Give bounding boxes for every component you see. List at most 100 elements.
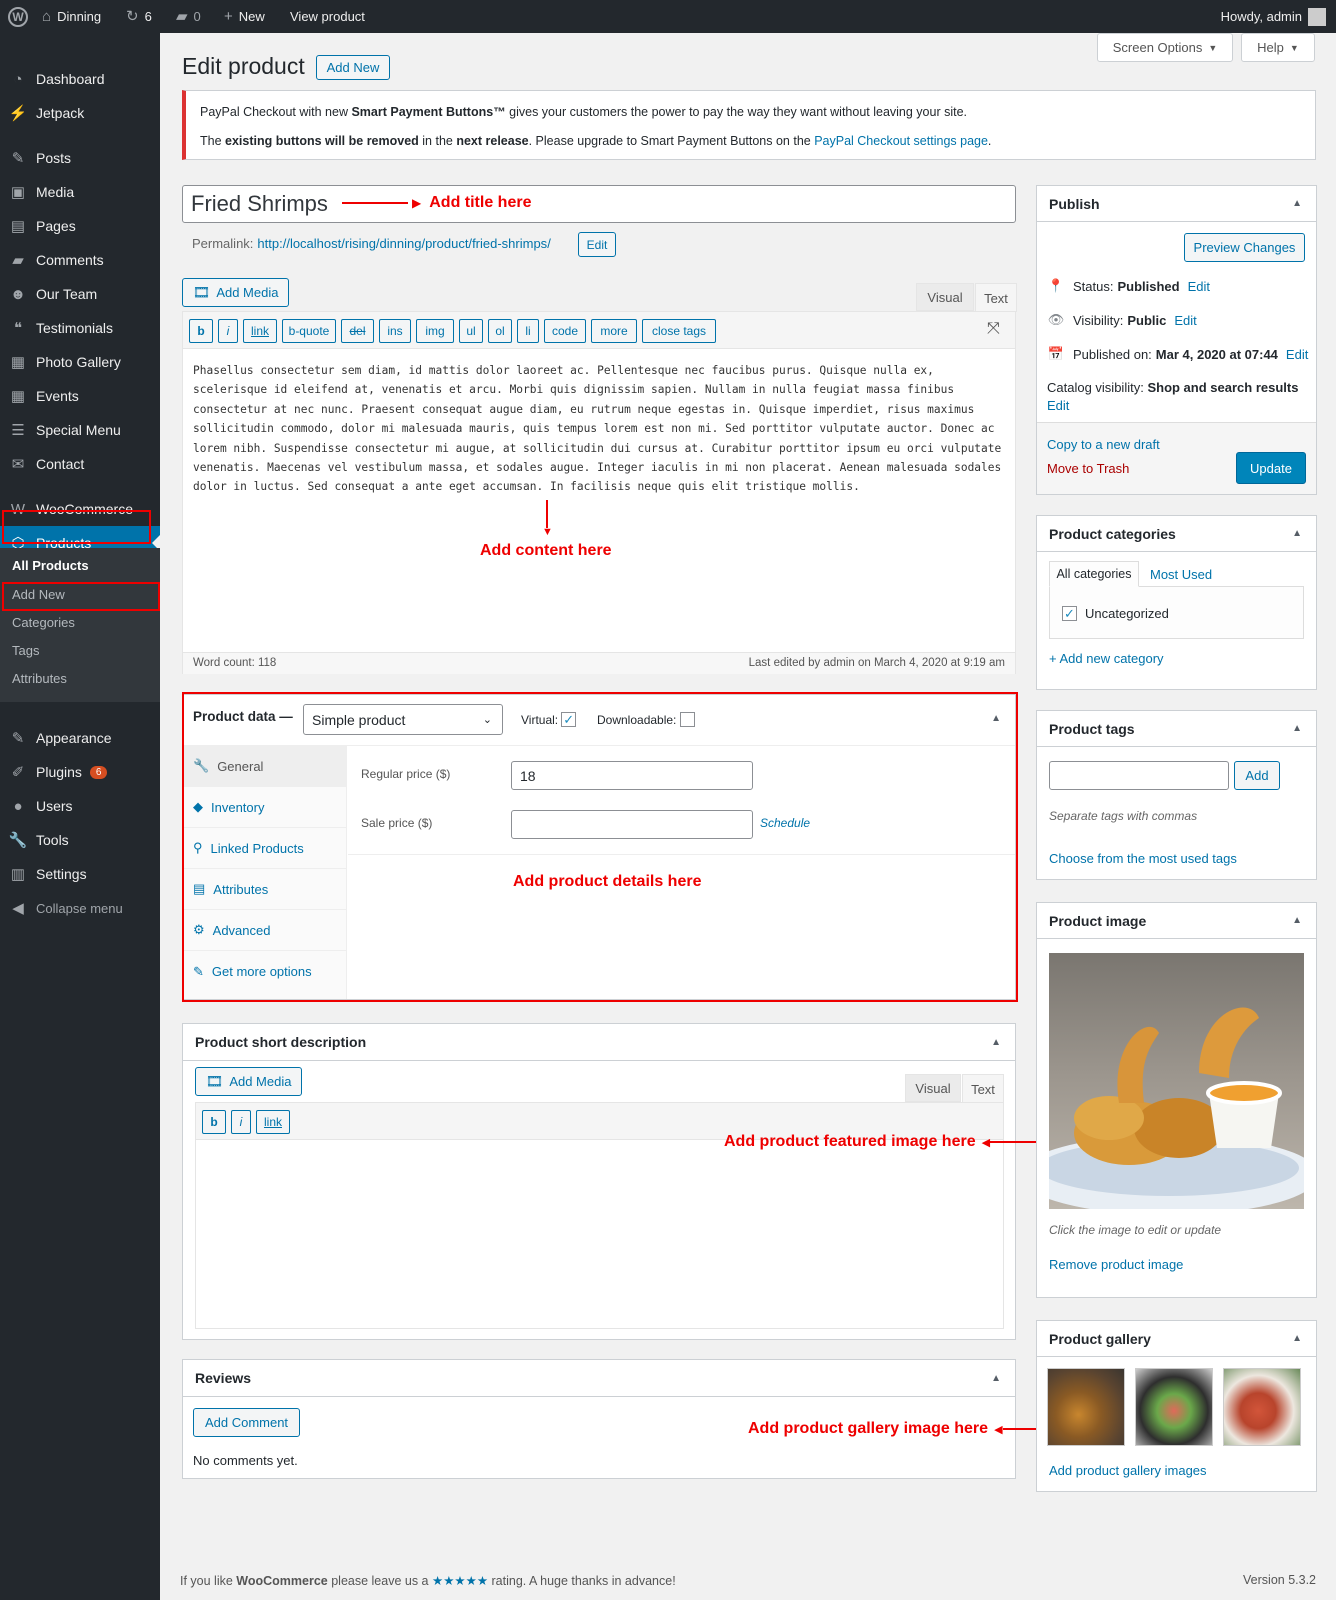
sidebar-item-dashboard[interactable]: ◔ Dashboard <box>0 62 160 96</box>
updates-link[interactable]: ↻ 6 <box>126 0 152 33</box>
permalink-edit-button[interactable]: Edit <box>578 232 616 257</box>
quicktag-close-tags-button[interactable]: close tags <box>642 319 716 343</box>
gallery-thumbnail[interactable] <box>1047 1368 1125 1446</box>
account-menu[interactable]: Howdy, admin <box>1221 0 1326 33</box>
sidebar-item-contact[interactable]: ✉ Contact <box>0 447 160 481</box>
title-input[interactable]: Fried Shrimps <box>182 185 1016 223</box>
choose-tags-link[interactable]: Choose from the most used tags <box>1049 851 1237 866</box>
submenu-categories[interactable]: Categories <box>12 615 75 630</box>
quicktag-i-button[interactable]: i <box>218 319 238 343</box>
quicktag-more-button[interactable]: more <box>591 319 637 343</box>
sidebar-item-special-menu[interactable]: ☰ Special Menu <box>0 413 160 447</box>
quicktag-ul-button[interactable]: ul <box>459 319 483 343</box>
paypal-settings-link[interactable]: PayPal Checkout settings page <box>814 134 988 148</box>
sidebar-item-testimonials[interactable]: ❝ Testimonials <box>0 311 160 345</box>
admin-bar: W ⌂ Dinning ↻ 6 ▰ 0 + New View product Howdy… <box>0 0 1336 33</box>
comments-link[interactable]: ▰ 0 <box>176 0 201 33</box>
caret-down-icon: ▼ <box>1208 42 1218 53</box>
add-comment-button[interactable]: Add Comment <box>193 1408 300 1437</box>
remove-product-image-link[interactable]: Remove product image <box>1049 1257 1183 1272</box>
collapse-toggle-icon[interactable]: ▲ <box>1292 198 1302 209</box>
help-button[interactable]: Help ▼ <box>1241 33 1315 62</box>
sidebar-item-settings[interactable]: ▥ Settings <box>0 857 160 891</box>
sidebar-item-events[interactable]: ▦ Events <box>0 379 160 413</box>
quicktag-b-button[interactable]: b <box>189 319 213 343</box>
sidebar-item-appearance[interactable]: ✎ Appearance <box>0 721 160 755</box>
tab-all-categories[interactable]: All categories <box>1049 561 1139 587</box>
gallery-thumbnail[interactable] <box>1135 1368 1213 1446</box>
submenu-all-products[interactable]: All Products <box>12 558 89 573</box>
submenu-tags[interactable]: Tags <box>12 643 39 658</box>
collapse-toggle-icon[interactable]: ▲ <box>991 1373 1001 1384</box>
add-new-button[interactable]: Add New <box>316 55 390 80</box>
gallery-thumbnail[interactable] <box>1223 1368 1301 1446</box>
sidebar-item-jetpack[interactable]: ⚡ Jetpack <box>0 96 160 130</box>
product-gallery-box: Product gallery ▲ Add product gallery ima… <box>1036 1320 1317 1492</box>
tab-visual[interactable]: Visual <box>916 283 974 311</box>
quicktag-i-button[interactable]: i <box>231 1110 251 1134</box>
paypal-notice: PayPal Checkout with new Smart Payment B… <box>182 90 1316 160</box>
add-gallery-images-link[interactable]: Add product gallery images <box>1049 1463 1207 1478</box>
sidebar-item-pages[interactable]: ▤ Pages <box>0 209 160 243</box>
quicktag-b-quote-button[interactable]: b-quote <box>282 319 336 343</box>
quicktag-link-button[interactable]: link <box>256 1110 290 1134</box>
quicktag-code-button[interactable]: code <box>544 319 586 343</box>
collapse-toggle-icon[interactable]: ▲ <box>1292 723 1302 734</box>
tag-input[interactable] <box>1049 761 1229 790</box>
preview-changes-button[interactable]: Preview Changes <box>1184 233 1305 262</box>
new-content-link[interactable]: + New <box>224 0 265 33</box>
sidebar-item-tools[interactable]: 🔧 Tools <box>0 823 160 857</box>
sidebar-item-plugins[interactable]: ✐ Plugins 6 <box>0 755 160 789</box>
update-button[interactable]: Update <box>1236 452 1306 484</box>
view-product-link[interactable]: View product <box>290 0 365 33</box>
sidebar-item-label: Contact <box>36 456 85 472</box>
tab-text[interactable]: Text <box>975 283 1017 312</box>
category-checkbox[interactable]: ✓ <box>1062 606 1077 621</box>
sidebar-item-collapse-menu[interactable]: ◀ Collapse menu <box>0 891 160 925</box>
sidebar-item-media[interactable]: ▣ Media <box>0 175 160 209</box>
sidebar-item-label: Dashboard <box>36 71 105 87</box>
sidebar-item-our-team[interactable]: ☻ Our Team <box>0 277 160 311</box>
featured-image-annotation: Add product featured image here ◀ <box>724 1133 1039 1151</box>
featured-image[interactable] <box>1049 953 1304 1209</box>
fullscreen-icon[interactable]: ⤧ <box>987 320 1000 338</box>
product-image-header: Product image ▲ <box>1037 903 1316 939</box>
visibility-edit-link[interactable]: Edit <box>1174 313 1196 328</box>
short-desc-tab-visual[interactable]: Visual <box>905 1074 961 1102</box>
screen-options-button[interactable]: Screen Options ▼ <box>1097 33 1233 62</box>
collapse-toggle-icon[interactable]: ▲ <box>1292 528 1302 539</box>
submenu-attributes[interactable]: Attributes <box>12 671 67 686</box>
quicktag-ins-button[interactable]: ins <box>379 319 411 343</box>
status-edit-link[interactable]: Edit <box>1188 279 1210 294</box>
add-tag-button[interactable]: Add <box>1234 761 1280 790</box>
sidebar-item-photo-gallery[interactable]: ▦ Photo Gallery <box>0 345 160 379</box>
catalog-edit-link[interactable]: Edit <box>1047 398 1069 413</box>
quicktag-link-button[interactable]: link <box>243 319 277 343</box>
permalink-url[interactable]: http://localhost/rising/dinning/product/… <box>257 236 550 251</box>
wordpress-logo-icon[interactable]: W <box>8 0 28 33</box>
quicktag-b-button[interactable]: b <box>202 1110 226 1134</box>
copy-draft-link[interactable]: Copy to a new draft <box>1047 437 1160 452</box>
add-new-category-link[interactable]: + Add new category <box>1049 651 1164 666</box>
site-name-link[interactable]: ⌂ Dinning <box>42 0 101 33</box>
short-desc-add-media-button[interactable]: 🎞 Add Media <box>195 1067 302 1096</box>
calendar-icon: 📅 <box>1047 346 1065 361</box>
add-media-button[interactable]: 🎞 Add Media <box>182 278 289 307</box>
quicktag-li-button[interactable]: li <box>517 319 539 343</box>
tab-most-used[interactable]: Most Used <box>1150 567 1212 582</box>
rating-stars-link[interactable]: ★★★★★ <box>432 1574 488 1588</box>
content-textarea[interactable]: Phasellus consectetur sem diam, id matti… <box>193 361 1003 497</box>
sidebar-item-users[interactable]: ● Users <box>0 789 160 823</box>
move-to-trash-link[interactable]: Move to Trash <box>1047 461 1129 476</box>
quicktag-ol-button[interactable]: ol <box>488 319 512 343</box>
published-edit-link[interactable]: Edit <box>1286 347 1308 362</box>
collapse-toggle-icon[interactable]: ▲ <box>991 1037 1001 1048</box>
sidebar-item-posts[interactable]: ✎ Posts <box>0 141 160 175</box>
quicktag-img-button[interactable]: img <box>416 319 454 343</box>
sidebar-item-comments[interactable]: ▰ Comments <box>0 243 160 277</box>
settings-icon: ▥ <box>10 866 26 883</box>
quicktag-del-button[interactable]: del <box>341 319 374 343</box>
collapse-toggle-icon[interactable]: ▲ <box>1292 1333 1302 1344</box>
short-desc-tab-text[interactable]: Text <box>962 1074 1004 1103</box>
collapse-toggle-icon[interactable]: ▲ <box>1292 915 1302 926</box>
